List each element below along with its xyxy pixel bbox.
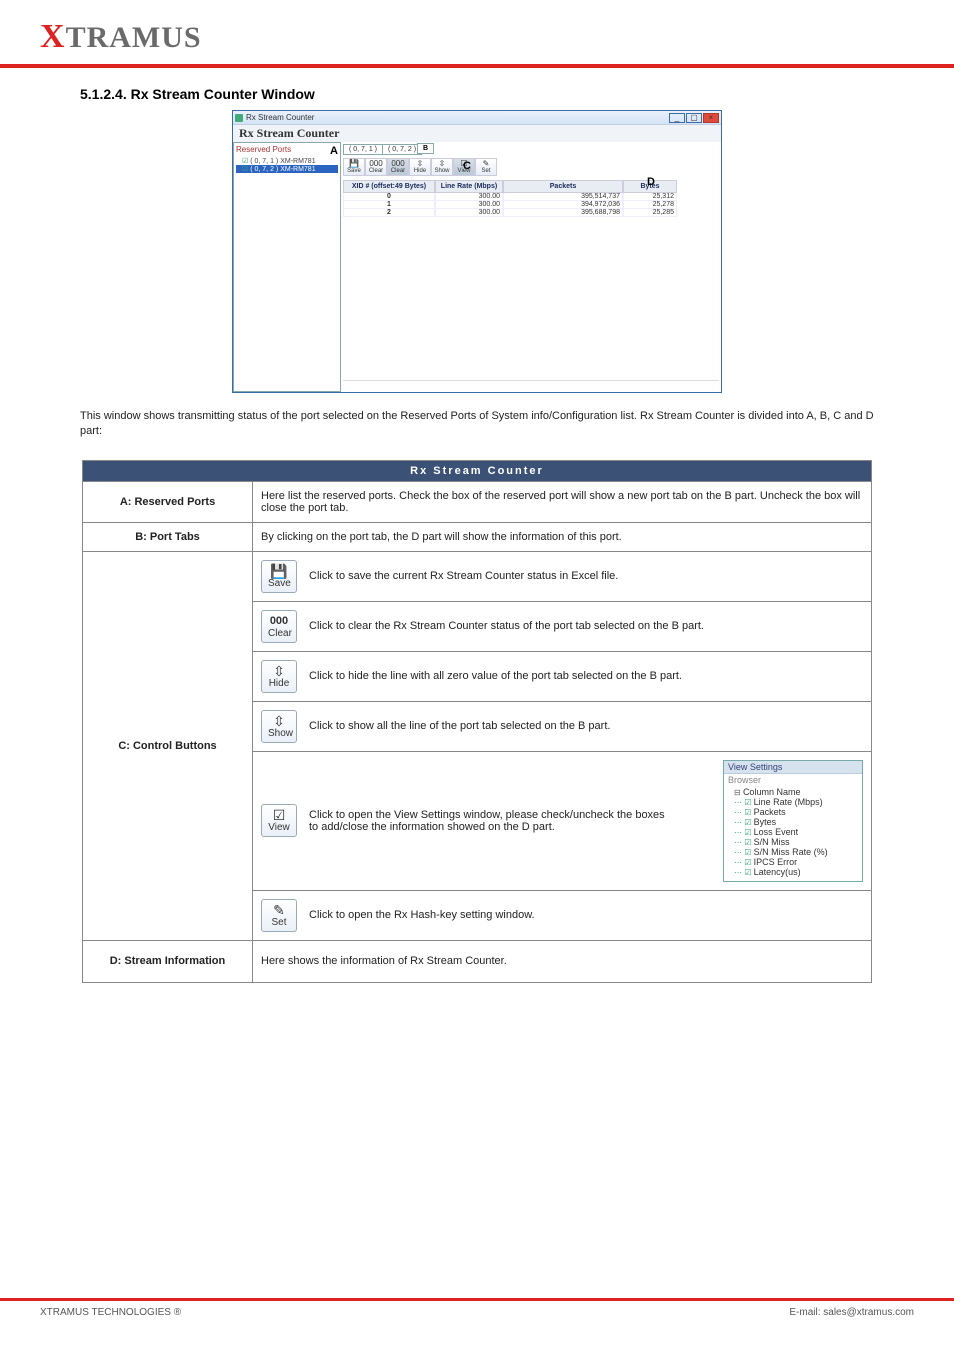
item-b: B: Port Tabs: [83, 522, 253, 551]
view-desc: Click to open the View Settings window, …: [309, 809, 669, 833]
view-settings-tree[interactable]: Column NameLine Rate (Mbps)PacketsBytesL…: [724, 786, 862, 881]
doc-header: XTRAMUS: [0, 0, 954, 68]
table-row: 1300.00394,972,03625,278: [343, 201, 719, 209]
logo-x: X: [40, 18, 66, 55]
callout-d: D: [647, 176, 655, 188]
table-title: Rx Stream Counter: [83, 460, 872, 481]
app-icon: [235, 114, 243, 122]
callout-a: A: [330, 145, 338, 157]
col-packets: Packets: [503, 180, 623, 193]
tool-row-set: ✎Set Click to open the Rx Hash-key setti…: [253, 890, 872, 940]
logo-rest: TRAMUS: [66, 21, 202, 54]
hide-icon: ⇳Hide: [261, 660, 297, 693]
tool-row-clear: 000Clear Click to clear the Rx Stream Co…: [253, 601, 872, 651]
app-window: Rx Stream Counter _ ▢ × Rx Stream Counte…: [232, 110, 722, 393]
desc-a: Here list the reserved ports. Check the …: [253, 481, 872, 522]
hide-desc: Click to hide the line with all zero val…: [309, 670, 682, 682]
minimize-button[interactable]: _: [669, 113, 685, 123]
titlebar: Rx Stream Counter _ ▢ ×: [233, 111, 721, 125]
desc-b: By clicking on the port tab, the D part …: [253, 522, 872, 551]
tool-row-hide: ⇳Hide Click to hide the line with all ze…: [253, 651, 872, 701]
sidebar-item[interactable]: ( 0, 7, 2 ) XM-RM781: [236, 165, 338, 173]
set-icon: ✎Set: [261, 899, 297, 932]
sidebar-head: Reserved Ports: [236, 145, 291, 157]
clear-icon: 000Clear: [261, 610, 297, 643]
desc-d: Here shows the information of Rx Stream …: [253, 940, 872, 982]
item-d: D: Stream Information: [83, 940, 253, 982]
clear-button[interactable]: 000Clear: [387, 158, 409, 176]
maximize-button[interactable]: ▢: [686, 113, 702, 123]
view-icon: ☑View: [261, 804, 297, 837]
section-heading: 5.1.2.4. Rx Stream Counter Window: [0, 68, 954, 106]
show-desc: Click to show all the line of the port t…: [309, 720, 610, 732]
view-tree-item[interactable]: Latency(us): [734, 867, 856, 877]
view-tree-item[interactable]: Bytes: [734, 817, 856, 827]
main-pane: ( 0, 7, 1 ) ( 0, 7, 2 ) B 💾Save 000Clear…: [341, 142, 721, 392]
footer-right: E-mail: sales@xtramus.com: [789, 1307, 914, 1318]
view-tree-item[interactable]: IPCS Error: [734, 857, 856, 867]
view-tree-item[interactable]: S/N Miss: [734, 837, 856, 847]
view-settings-title: View Settings: [724, 761, 862, 774]
port-tab[interactable]: ( 0, 7, 1 ): [343, 144, 383, 155]
clear-button[interactable]: 000Clear: [365, 158, 387, 176]
info-table: Rx Stream Counter A: Reserved Ports Here…: [82, 460, 872, 983]
tool-row-show: ⇳Show Click to show all the line of the …: [253, 701, 872, 751]
tool-row-save: 💾Save Click to save the current Rx Strea…: [253, 551, 872, 601]
footer-left: XTRAMUS TECHNOLOGIES ®: [40, 1307, 181, 1318]
view-tree-item[interactable]: S/N Miss Rate (%): [734, 847, 856, 857]
callout-c: C: [463, 160, 471, 172]
table-rows: 0300.00395,514,73725,3121300.00394,972,0…: [343, 193, 719, 217]
footer: XTRAMUS TECHNOLOGIES ® E-mail: sales@xtr…: [0, 1298, 954, 1318]
scrollbar[interactable]: [343, 380, 719, 390]
save-desc: Click to save the current Rx Stream Coun…: [309, 570, 618, 582]
view-settings-browser: Browser: [724, 774, 862, 786]
screenshot-wrap: Rx Stream Counter _ ▢ × Rx Stream Counte…: [0, 106, 954, 403]
callout-b: B: [417, 143, 434, 154]
window-buttons[interactable]: _ ▢ ×: [669, 113, 719, 123]
item-c: C: Control Buttons: [83, 551, 253, 940]
view-tree-item[interactable]: Loss Event: [734, 827, 856, 837]
col-xid: XID # (offset:49 Bytes): [343, 180, 435, 193]
show-icon: ⇳Show: [261, 710, 297, 743]
view-tree-item[interactable]: Packets: [734, 807, 856, 817]
col-rate: Line Rate (Mbps): [435, 180, 503, 193]
table-header-row: XID # (offset:49 Bytes) Line Rate (Mbps)…: [343, 180, 719, 193]
toolbar: 💾Save 000Clear 000Clear ⇳Hide ⇳Show ☑Vie…: [343, 158, 719, 176]
set-button[interactable]: ✎Set: [475, 158, 497, 176]
save-button[interactable]: 💾Save: [343, 158, 365, 176]
clear-desc: Click to clear the Rx Stream Counter sta…: [309, 620, 704, 632]
description: This window shows transmitting status of…: [0, 403, 954, 446]
save-icon: 💾Save: [261, 560, 297, 593]
sidebar-item[interactable]: ( 0, 7, 1 ) XM-RM781: [236, 157, 338, 165]
table-row: 2300.00395,688,79825,285: [343, 209, 719, 217]
item-a: A: Reserved Ports: [83, 481, 253, 522]
view-settings-panel: View Settings Browser Column NameLine Ra…: [723, 760, 863, 882]
sidebar: Reserved Ports A ( 0, 7, 1 ) XM-RM781 ( …: [233, 142, 341, 392]
tool-row-view: ☑View Click to open the View Settings wi…: [253, 751, 872, 890]
main-title: Rx Stream Counter: [233, 125, 721, 142]
view-tree-item[interactable]: Line Rate (Mbps): [734, 797, 856, 807]
table-row: 0300.00395,514,73725,312: [343, 193, 719, 201]
close-button[interactable]: ×: [703, 113, 719, 123]
window-title: Rx Stream Counter: [246, 113, 314, 122]
show-button[interactable]: ⇳Show: [431, 158, 453, 176]
hide-button[interactable]: ⇳Hide: [409, 158, 431, 176]
logo: XTRAMUS: [40, 21, 202, 54]
tabs: ( 0, 7, 1 ) ( 0, 7, 2 ) B: [343, 144, 719, 155]
set-desc: Click to open the Rx Hash-key setting wi…: [309, 909, 535, 921]
